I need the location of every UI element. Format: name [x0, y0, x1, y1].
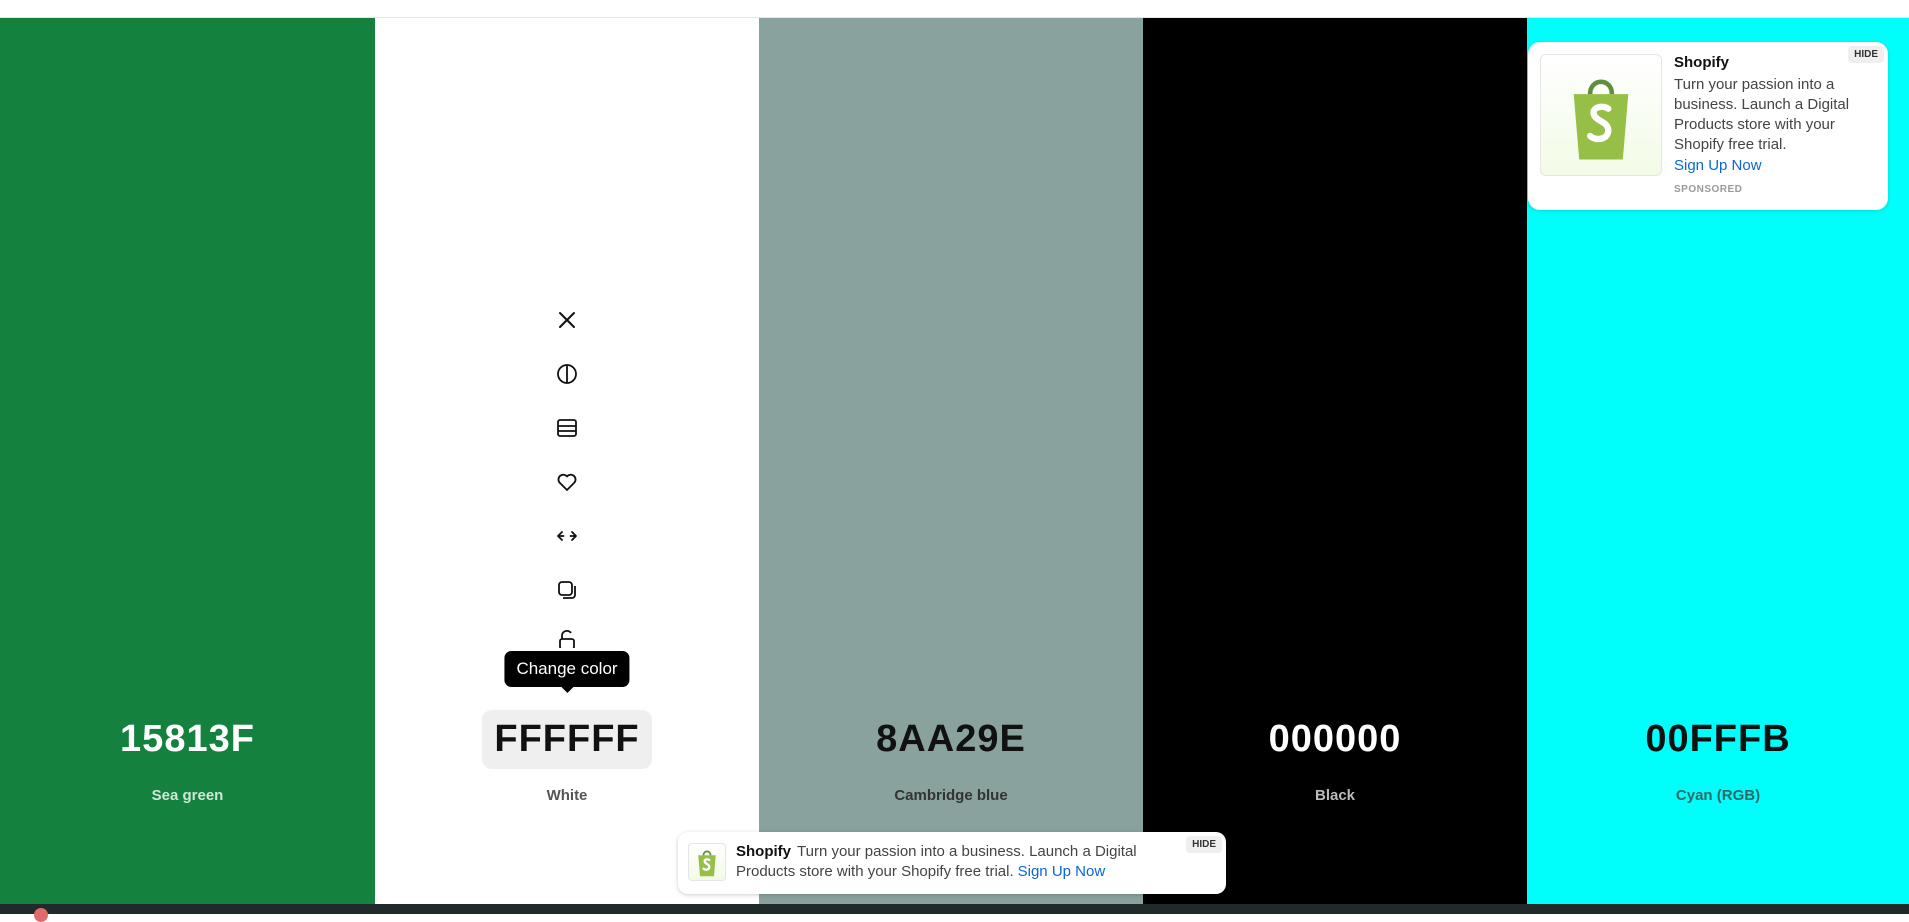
swatch-name[interactable]: Sea green [0, 787, 375, 804]
ad-text[interactable]: Turn your passion into a business. Launc… [1674, 75, 1878, 155]
swatch-white[interactable]: Change color FFFFFF White [375, 18, 759, 904]
ad-card[interactable]: Shopify Turn your passion into a busines… [1528, 42, 1888, 210]
sponsored-label: SPONSORED [1674, 184, 1743, 195]
shopify-logo-icon[interactable] [1540, 54, 1662, 176]
swatch-hex[interactable]: 00FFFB [1527, 710, 1909, 769]
ad-banner[interactable]: Shopify Turn your passion into a business… [678, 832, 1226, 894]
swatch-name[interactable]: Cambridge blue [759, 787, 1143, 804]
heart-icon[interactable] [551, 466, 583, 498]
swatch-hex[interactable]: FFFFFF [375, 710, 759, 769]
contrast-icon[interactable] [551, 358, 583, 390]
swatch-black[interactable]: 000000 Black [1143, 18, 1527, 904]
banner-text: Shopify Turn your passion into a business… [736, 842, 1176, 882]
drag-icon[interactable] [551, 520, 583, 552]
taskbar [0, 904, 1909, 922]
close-icon[interactable] [551, 304, 583, 336]
swatch-name[interactable]: Cyan (RGB) [1527, 787, 1909, 804]
shades-icon[interactable] [551, 412, 583, 444]
swatch-hex[interactable]: 000000 [1143, 710, 1527, 769]
swatch-name[interactable]: White [375, 787, 759, 804]
ad-body: Shopify Turn your passion into a busines… [1674, 54, 1878, 195]
hide-banner-button[interactable]: HIDE [1186, 836, 1222, 853]
banner-title[interactable]: Shopify [736, 843, 791, 860]
unlock-icon[interactable] [551, 628, 583, 648]
ad-cta-link[interactable]: Sign Up Now [1674, 157, 1878, 174]
banner-cta-link[interactable]: Sign Up Now [1018, 863, 1106, 880]
swatch-cambridge-blue[interactable]: 8AA29E Cambridge blue [759, 18, 1143, 904]
hide-ad-button[interactable]: HIDE [1848, 46, 1884, 63]
tooltip: Change color [504, 651, 630, 693]
top-bar [0, 0, 1909, 18]
swatch-hex[interactable]: 15813F [0, 710, 375, 769]
swatch-hex[interactable]: 8AA29E [759, 710, 1143, 769]
copy-icon[interactable] [551, 574, 583, 606]
swatch-sea-green[interactable]: 15813F Sea green [0, 18, 375, 904]
swatch-name[interactable]: Black [1143, 787, 1527, 804]
taskbar-app-icon[interactable] [34, 908, 48, 922]
shopify-logo-icon[interactable] [688, 843, 726, 881]
swatch-toolbar [547, 304, 587, 648]
